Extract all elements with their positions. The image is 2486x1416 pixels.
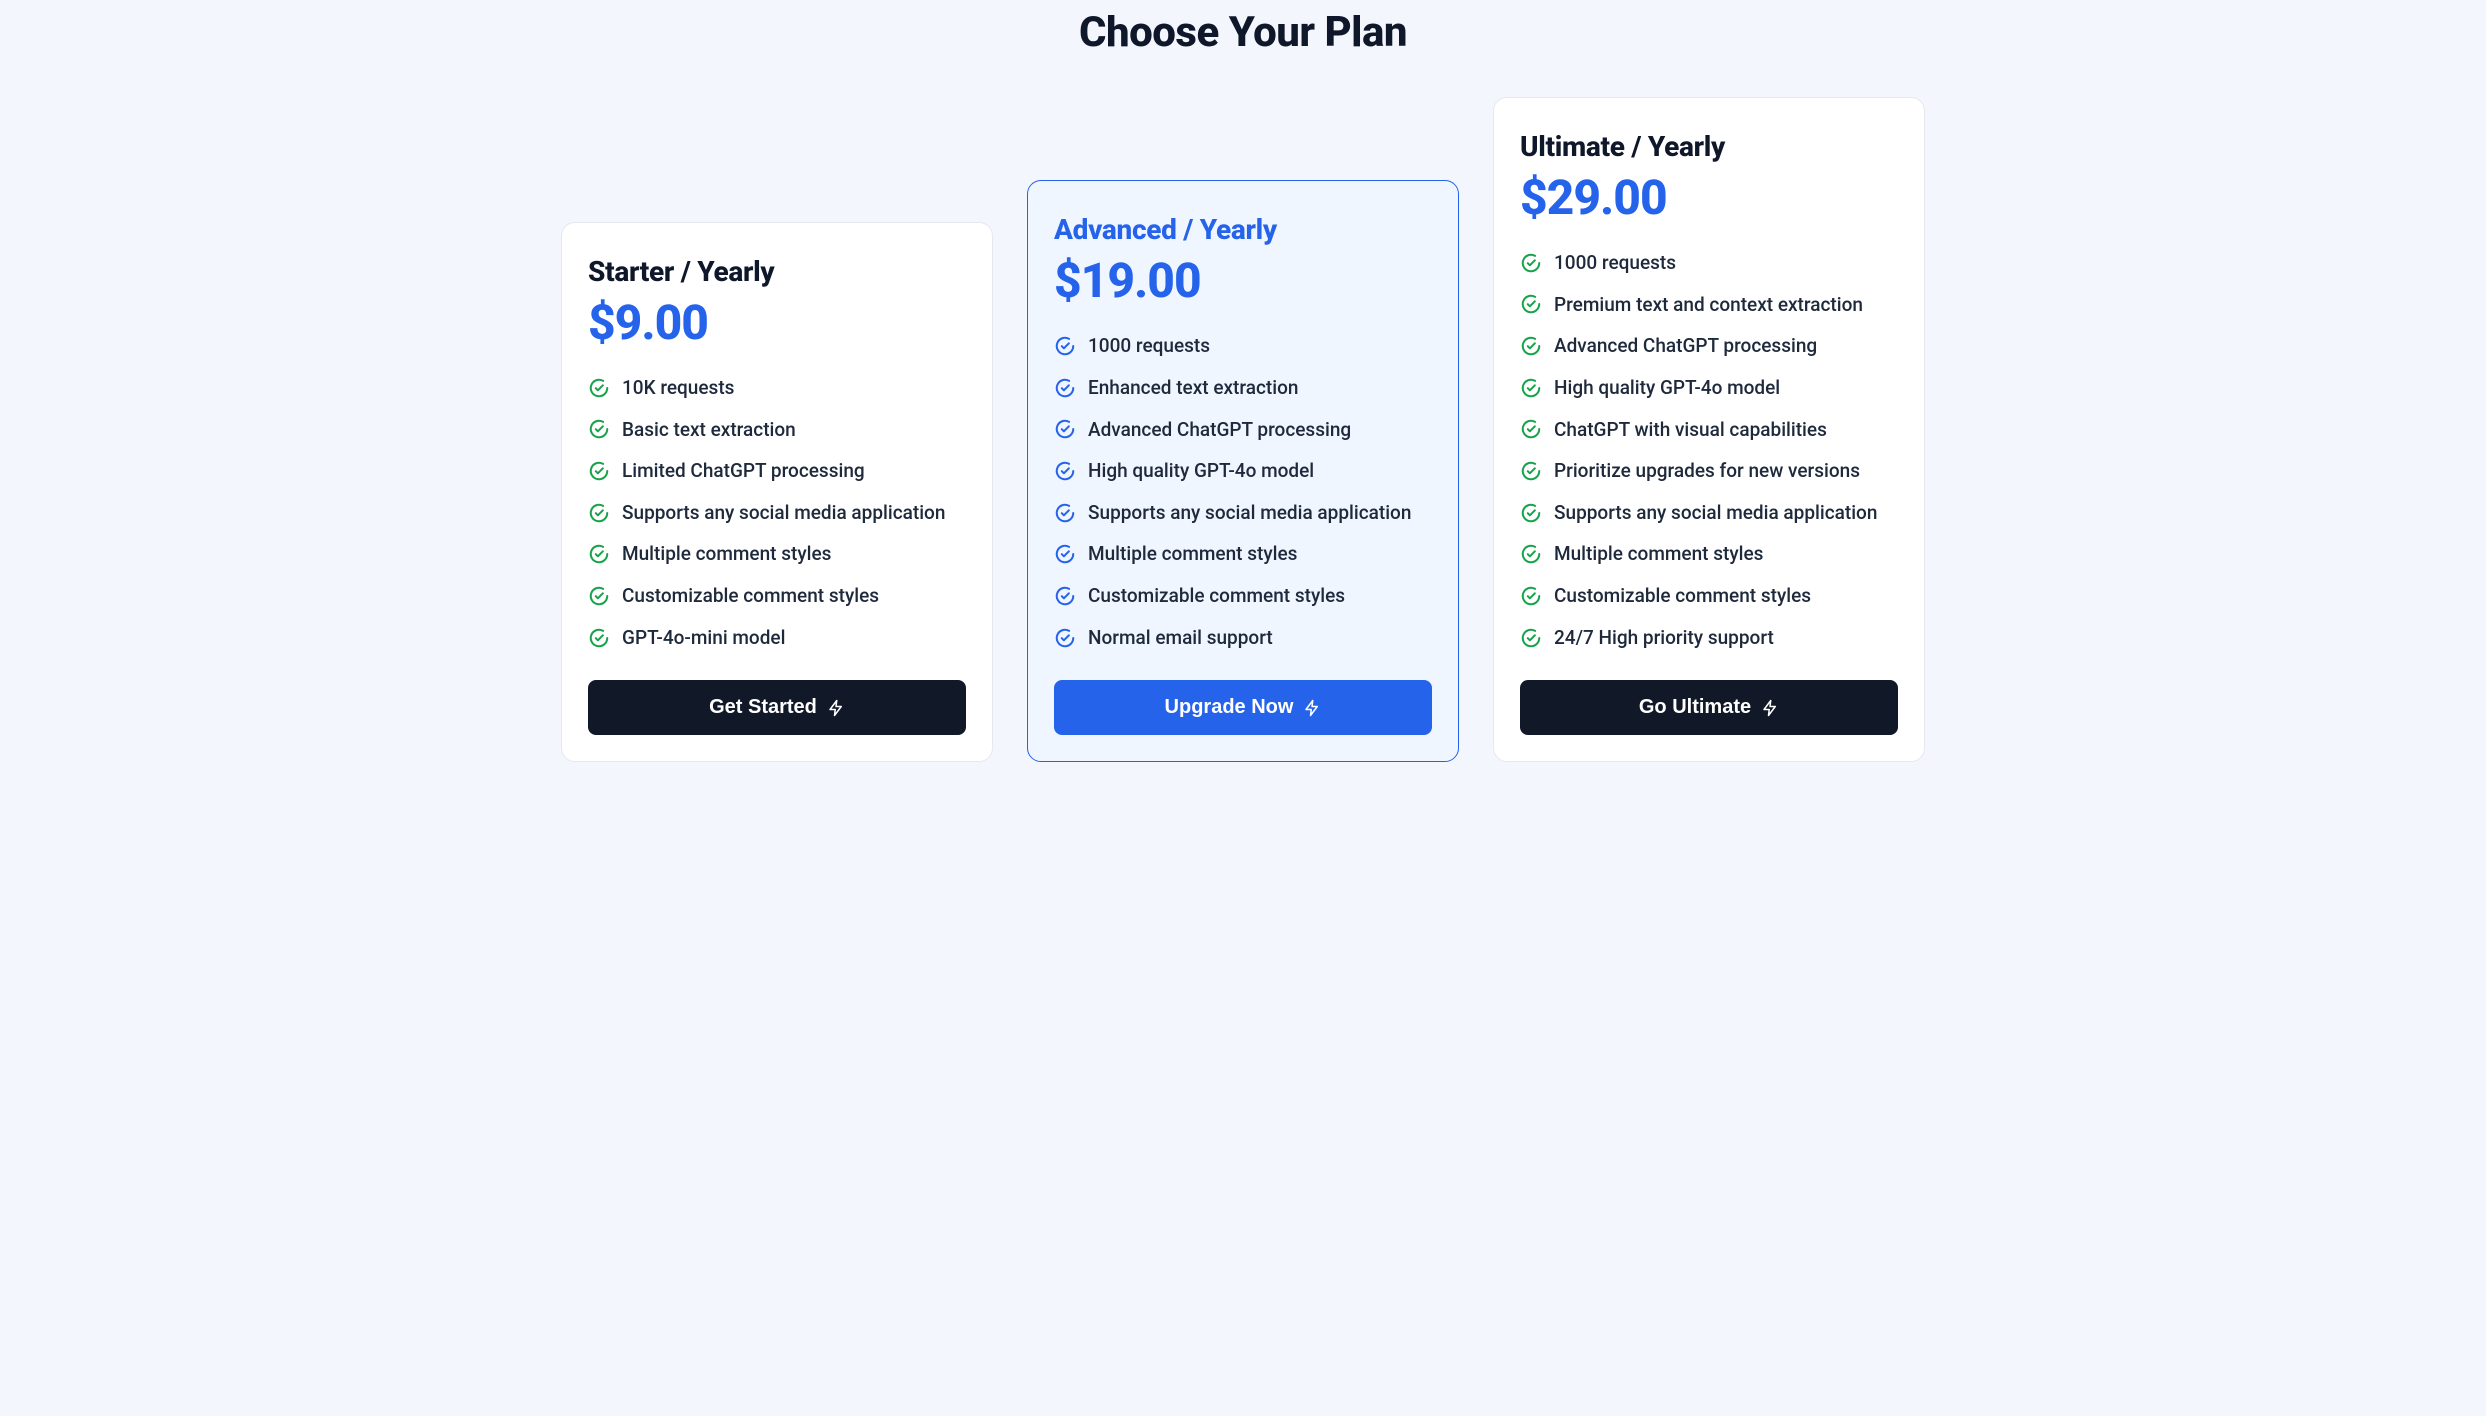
features-list: 1000 requests Premium text and context e… [1520, 250, 1898, 650]
feature-text: Normal email support [1088, 625, 1273, 651]
feature-item: Supports any social media application [1520, 500, 1898, 526]
plan-card-0: Starter / Yearly $9.00 10K requests Basic… [561, 222, 993, 762]
cta-label: Get Started [709, 696, 817, 719]
plan-price: $19.00 [1054, 252, 1432, 309]
feature-text: High quality GPT-4o model [1554, 375, 1780, 401]
plan-card-1: Advanced / Yearly $19.00 1000 requests En… [1027, 180, 1459, 762]
feature-item: Customizable comment styles [1520, 583, 1898, 609]
feature-item: Multiple comment styles [588, 541, 966, 567]
check-circle-icon [1054, 335, 1076, 357]
feature-text: Prioritize upgrades for new versions [1554, 458, 1860, 484]
check-circle-icon [1054, 585, 1076, 607]
feature-text: Multiple comment styles [1088, 541, 1297, 567]
check-circle-icon [1054, 543, 1076, 565]
feature-item: GPT-4o-mini model [588, 625, 966, 651]
feature-item: Prioritize upgrades for new versions [1520, 458, 1898, 484]
feature-text: Multiple comment styles [1554, 541, 1763, 567]
page-title: Choose Your Plan [20, 0, 2466, 97]
feature-item: Advanced ChatGPT processing [1054, 417, 1432, 443]
feature-text: Basic text extraction [622, 417, 796, 443]
feature-text: Supports any social media application [1554, 500, 1877, 526]
feature-text: 24/7 High priority support [1554, 625, 1774, 651]
feature-item: 10K requests [588, 375, 966, 401]
check-circle-icon [1520, 293, 1542, 315]
feature-item: 1000 requests [1520, 250, 1898, 276]
check-circle-icon [1520, 252, 1542, 274]
feature-item: High quality GPT-4o model [1054, 458, 1432, 484]
plan-card-2: Ultimate / Yearly $29.00 1000 requests Pr… [1493, 97, 1925, 762]
feature-text: Multiple comment styles [622, 541, 831, 567]
cta-label: Go Ultimate [1639, 696, 1751, 719]
feature-text: GPT-4o-mini model [622, 625, 785, 651]
feature-text: 1000 requests [1554, 250, 1676, 276]
check-circle-icon [1520, 377, 1542, 399]
feature-item: Supports any social media application [1054, 500, 1432, 526]
cta-label: Upgrade Now [1165, 696, 1294, 719]
cta-button[interactable]: Upgrade Now [1054, 680, 1432, 735]
check-circle-icon [1520, 502, 1542, 524]
feature-text: ChatGPT with visual capabilities [1554, 417, 1827, 443]
feature-text: Supports any social media application [1088, 500, 1411, 526]
check-circle-icon [588, 627, 610, 649]
feature-text: Premium text and context extraction [1554, 292, 1863, 318]
check-circle-icon [588, 460, 610, 482]
feature-text: Supports any social media application [622, 500, 945, 526]
feature-item: 1000 requests [1054, 333, 1432, 359]
feature-item: Normal email support [1054, 625, 1432, 651]
feature-text: Enhanced text extraction [1088, 375, 1298, 401]
feature-item: Advanced ChatGPT processing [1520, 333, 1898, 359]
plan-name: Ultimate / Yearly [1520, 130, 1898, 163]
feature-item: Basic text extraction [588, 417, 966, 443]
features-list: 10K requests Basic text extraction Limit… [588, 375, 966, 650]
check-circle-icon [588, 418, 610, 440]
check-circle-icon [1054, 460, 1076, 482]
feature-item: Multiple comment styles [1054, 541, 1432, 567]
check-circle-icon [1054, 418, 1076, 440]
check-circle-icon [1054, 377, 1076, 399]
feature-item: Enhanced text extraction [1054, 375, 1432, 401]
feature-text: Advanced ChatGPT processing [1088, 417, 1351, 443]
check-circle-icon [588, 543, 610, 565]
check-circle-icon [588, 502, 610, 524]
plan-price: $9.00 [588, 294, 966, 351]
plan-name: Advanced / Yearly [1054, 213, 1432, 246]
check-circle-icon [1520, 543, 1542, 565]
bolt-icon [1303, 699, 1321, 717]
check-circle-icon [1520, 460, 1542, 482]
feature-text: 10K requests [622, 375, 734, 401]
features-list: 1000 requests Enhanced text extraction A… [1054, 333, 1432, 650]
feature-item: 24/7 High priority support [1520, 625, 1898, 651]
bolt-icon [1761, 699, 1779, 717]
feature-item: High quality GPT-4o model [1520, 375, 1898, 401]
check-circle-icon [1054, 502, 1076, 524]
check-circle-icon [1520, 335, 1542, 357]
feature-item: Premium text and context extraction [1520, 292, 1898, 318]
check-circle-icon [1520, 585, 1542, 607]
check-circle-icon [588, 377, 610, 399]
feature-text: Customizable comment styles [1088, 583, 1345, 609]
feature-item: Multiple comment styles [1520, 541, 1898, 567]
feature-text: Advanced ChatGPT processing [1554, 333, 1817, 359]
check-circle-icon [1520, 418, 1542, 440]
feature-item: Customizable comment styles [1054, 583, 1432, 609]
feature-text: Customizable comment styles [1554, 583, 1811, 609]
feature-text: High quality GPT-4o model [1088, 458, 1314, 484]
feature-item: ChatGPT with visual capabilities [1520, 417, 1898, 443]
check-circle-icon [588, 585, 610, 607]
feature-item: Limited ChatGPT processing [588, 458, 966, 484]
feature-text: Limited ChatGPT processing [622, 458, 865, 484]
feature-item: Customizable comment styles [588, 583, 966, 609]
check-circle-icon [1054, 627, 1076, 649]
feature-text: Customizable comment styles [622, 583, 879, 609]
check-circle-icon [1520, 627, 1542, 649]
feature-text: 1000 requests [1088, 333, 1210, 359]
plan-name: Starter / Yearly [588, 255, 966, 288]
cta-button[interactable]: Go Ultimate [1520, 680, 1898, 735]
plans-container: Starter / Yearly $9.00 10K requests Basic… [513, 97, 1973, 762]
plan-price: $29.00 [1520, 169, 1898, 226]
bolt-icon [827, 699, 845, 717]
cta-button[interactable]: Get Started [588, 680, 966, 735]
feature-item: Supports any social media application [588, 500, 966, 526]
